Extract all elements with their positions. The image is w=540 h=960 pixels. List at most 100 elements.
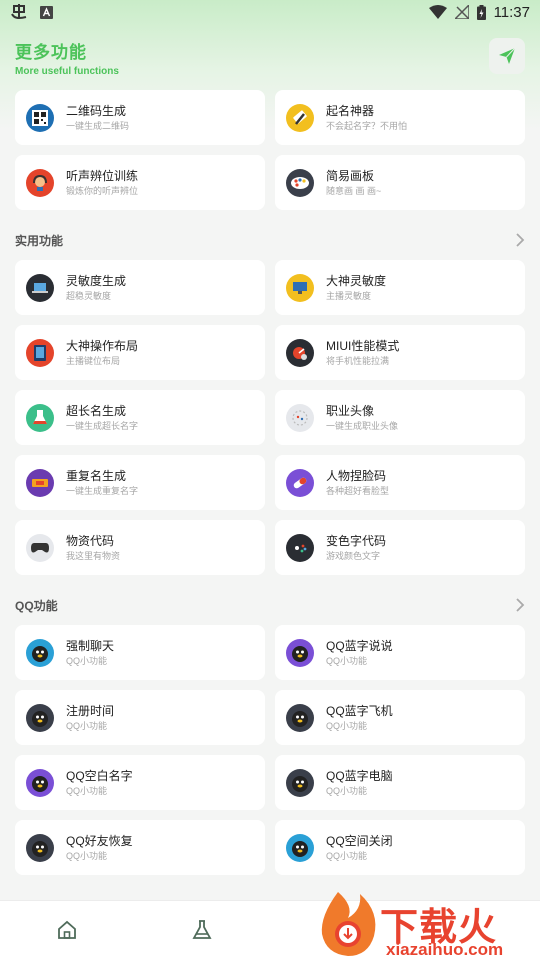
controller-icon xyxy=(286,533,314,562)
card-title: 灵敏度生成 xyxy=(66,273,127,288)
page-subtitle: More useful functions xyxy=(15,66,119,77)
card-subtitle: 游戏颜色文字 xyxy=(326,550,381,561)
card-subtitle: 主播灵敏度 xyxy=(326,290,372,301)
feature-card-pro-sensitivity[interactable]: 大神灵敏度 主播灵敏度 xyxy=(275,260,525,315)
card-title: QQ空白名字 xyxy=(66,768,133,783)
card-title: 注册时间 xyxy=(66,703,115,718)
page-header: 更多功能 More useful functions xyxy=(15,38,525,78)
battery-charging-icon xyxy=(476,4,486,20)
card-subtitle: QQ小功能 xyxy=(326,655,368,666)
card-subtitle: 各种超好看脸型 xyxy=(326,485,390,496)
card-subtitle: 锻炼你的听声辨位 xyxy=(66,185,139,196)
nav-home[interactable] xyxy=(56,919,80,943)
feature-card-drawing-board[interactable]: 简易画板 随意画 画 画~ xyxy=(275,155,525,210)
card-title: 重复名生成 xyxy=(66,468,127,483)
paper-plane-icon xyxy=(499,47,516,64)
home-icon xyxy=(58,920,76,939)
qq-penguin-icon xyxy=(286,768,314,797)
feature-card-face-code[interactable]: 人物捏脸码 各种超好看脸型 xyxy=(275,455,525,510)
clock: 11:37 xyxy=(493,3,530,21)
card-subtitle: QQ小功能 xyxy=(326,785,368,796)
feature-card-long-name[interactable]: 超长名生成 一键生成超长名字 xyxy=(15,390,265,445)
feature-card-name-generator[interactable]: 起名神器 不会起名字？不用怕 xyxy=(275,90,525,145)
card-title: 大神操作布局 xyxy=(66,338,139,353)
card-subtitle: QQ小功能 xyxy=(326,850,368,861)
watermark-url: xiazaihuo.com xyxy=(386,940,504,959)
page-title: 更多功能 xyxy=(15,43,87,62)
gamepad-icon xyxy=(26,533,54,562)
feature-card-job-avatar[interactable]: 职业头像 一键生成职业头像 xyxy=(275,390,525,445)
monitor-icon xyxy=(286,273,314,302)
feature-card-miui-performance[interactable]: MIUI性能模式 将手机性能拉满 xyxy=(275,325,525,380)
card-title: QQ蓝字电脑 xyxy=(326,768,393,783)
card-subtitle: 随意画 画 画~ xyxy=(326,185,382,196)
tablet-icon xyxy=(26,338,54,367)
feature-card-color-text[interactable]: 变色字代码 游戏颜色文字 xyxy=(275,520,525,575)
feature-card-qq-blank-name[interactable]: QQ空白名字 QQ小功能 xyxy=(15,755,265,810)
card-subtitle: 将手机性能拉满 xyxy=(326,355,390,366)
section-title: QQ功能 xyxy=(15,598,58,613)
card-subtitle: 一键生成职业头像 xyxy=(326,420,399,431)
feature-card-qq-blue-moments[interactable]: QQ蓝字说说 QQ小功能 xyxy=(275,625,525,680)
qq-feature-grid: 强制聊天 QQ小功能 QQ蓝字说说 QQ小功能 注册时间 QQ小功能 QQ蓝字飞… xyxy=(15,625,525,875)
feature-card-sensitivity[interactable]: 灵敏度生成 超稳灵敏度 xyxy=(15,260,265,315)
ticket-icon xyxy=(26,468,54,497)
card-title: 人物捏脸码 xyxy=(326,468,387,483)
chevron-right-icon[interactable] xyxy=(515,233,525,247)
wifi-icon xyxy=(428,5,447,19)
section-header-practical[interactable]: 实用功能 xyxy=(15,230,525,250)
card-subtitle: 一键生成二维码 xyxy=(66,120,130,131)
flame-logo-icon xyxy=(321,892,376,956)
qq-penguin-icon xyxy=(26,638,54,667)
send-button[interactable] xyxy=(489,38,525,74)
headset-icon xyxy=(26,168,54,197)
feature-card-qr-code[interactable]: 二维码生成 一键生成二维码 xyxy=(15,90,265,145)
qq-penguin-icon xyxy=(26,768,54,797)
card-subtitle: 一键生成超长名字 xyxy=(66,420,139,431)
card-subtitle: QQ小功能 xyxy=(66,785,108,796)
a-box-icon xyxy=(40,5,53,19)
card-subtitle: 我这里有物资 xyxy=(66,550,121,561)
card-title: 起名神器 xyxy=(326,103,375,118)
card-subtitle: 不会起名字？不用怕 xyxy=(326,120,408,131)
feature-card-qq-blue-computer[interactable]: QQ蓝字电脑 QQ小功能 xyxy=(275,755,525,810)
qq-penguin-icon xyxy=(286,638,314,667)
qq-penguin-icon xyxy=(26,833,54,862)
feature-card-force-chat[interactable]: 强制聊天 QQ小功能 xyxy=(15,625,265,680)
section-header-qq[interactable]: QQ功能 xyxy=(15,595,525,615)
card-title: QQ蓝字飞机 xyxy=(326,703,393,718)
feature-card-register-time[interactable]: 注册时间 QQ小功能 xyxy=(15,690,265,745)
feature-card-pro-layout[interactable]: 大神操作布局 主播键位布局 xyxy=(15,325,265,380)
palette-icon xyxy=(286,168,314,197)
no-signal-icon xyxy=(454,5,469,19)
flask-icon xyxy=(26,403,54,432)
card-title: QQ蓝字说说 xyxy=(326,638,393,653)
qq-penguin-icon xyxy=(286,833,314,862)
nav-lab[interactable] xyxy=(191,919,215,943)
card-subtitle: QQ小功能 xyxy=(66,655,108,666)
card-title: 简易画板 xyxy=(326,168,375,183)
feature-card-supply-code[interactable]: 物资代码 我这里有物资 xyxy=(15,520,265,575)
pill-icon xyxy=(286,468,314,497)
feature-card-qq-blue-plane[interactable]: QQ蓝字飞机 QQ小功能 xyxy=(275,690,525,745)
feature-card-qq-friend-restore[interactable]: QQ好友恢复 QQ小功能 xyxy=(15,820,265,875)
laptop-icon xyxy=(26,273,54,302)
feature-card-sound-training[interactable]: 听声辨位训练 锻炼你的听声辨位 xyxy=(15,155,265,210)
card-subtitle: 超稳灵敏度 xyxy=(66,290,112,301)
card-title: 二维码生成 xyxy=(66,103,127,118)
qr-code-icon xyxy=(26,103,54,132)
card-title: MIUI性能模式 xyxy=(326,338,400,353)
chevron-right-icon[interactable] xyxy=(515,598,525,612)
top-feature-grid: 二维码生成 一键生成二维码 起名神器 不会起名字？不用怕 听声辨位训练 锻炼你的… xyxy=(15,90,525,210)
card-subtitle: 主播键位布局 xyxy=(66,355,121,366)
card-title: 职业头像 xyxy=(326,403,375,418)
card-title: 大神灵敏度 xyxy=(326,273,387,288)
qq-penguin-icon xyxy=(286,703,314,732)
feature-card-qq-zone-close[interactable]: QQ空间关闭 QQ小功能 xyxy=(275,820,525,875)
card-title: 变色字代码 xyxy=(326,533,387,548)
card-subtitle: QQ小功能 xyxy=(326,720,368,731)
section-title: 实用功能 xyxy=(15,233,64,248)
feature-card-duplicate-name[interactable]: 重复名生成 一键生成重复名字 xyxy=(15,455,265,510)
watermark-logo: 下载火 xiazaihuo.com xyxy=(318,888,540,960)
card-subtitle: QQ小功能 xyxy=(66,720,108,731)
